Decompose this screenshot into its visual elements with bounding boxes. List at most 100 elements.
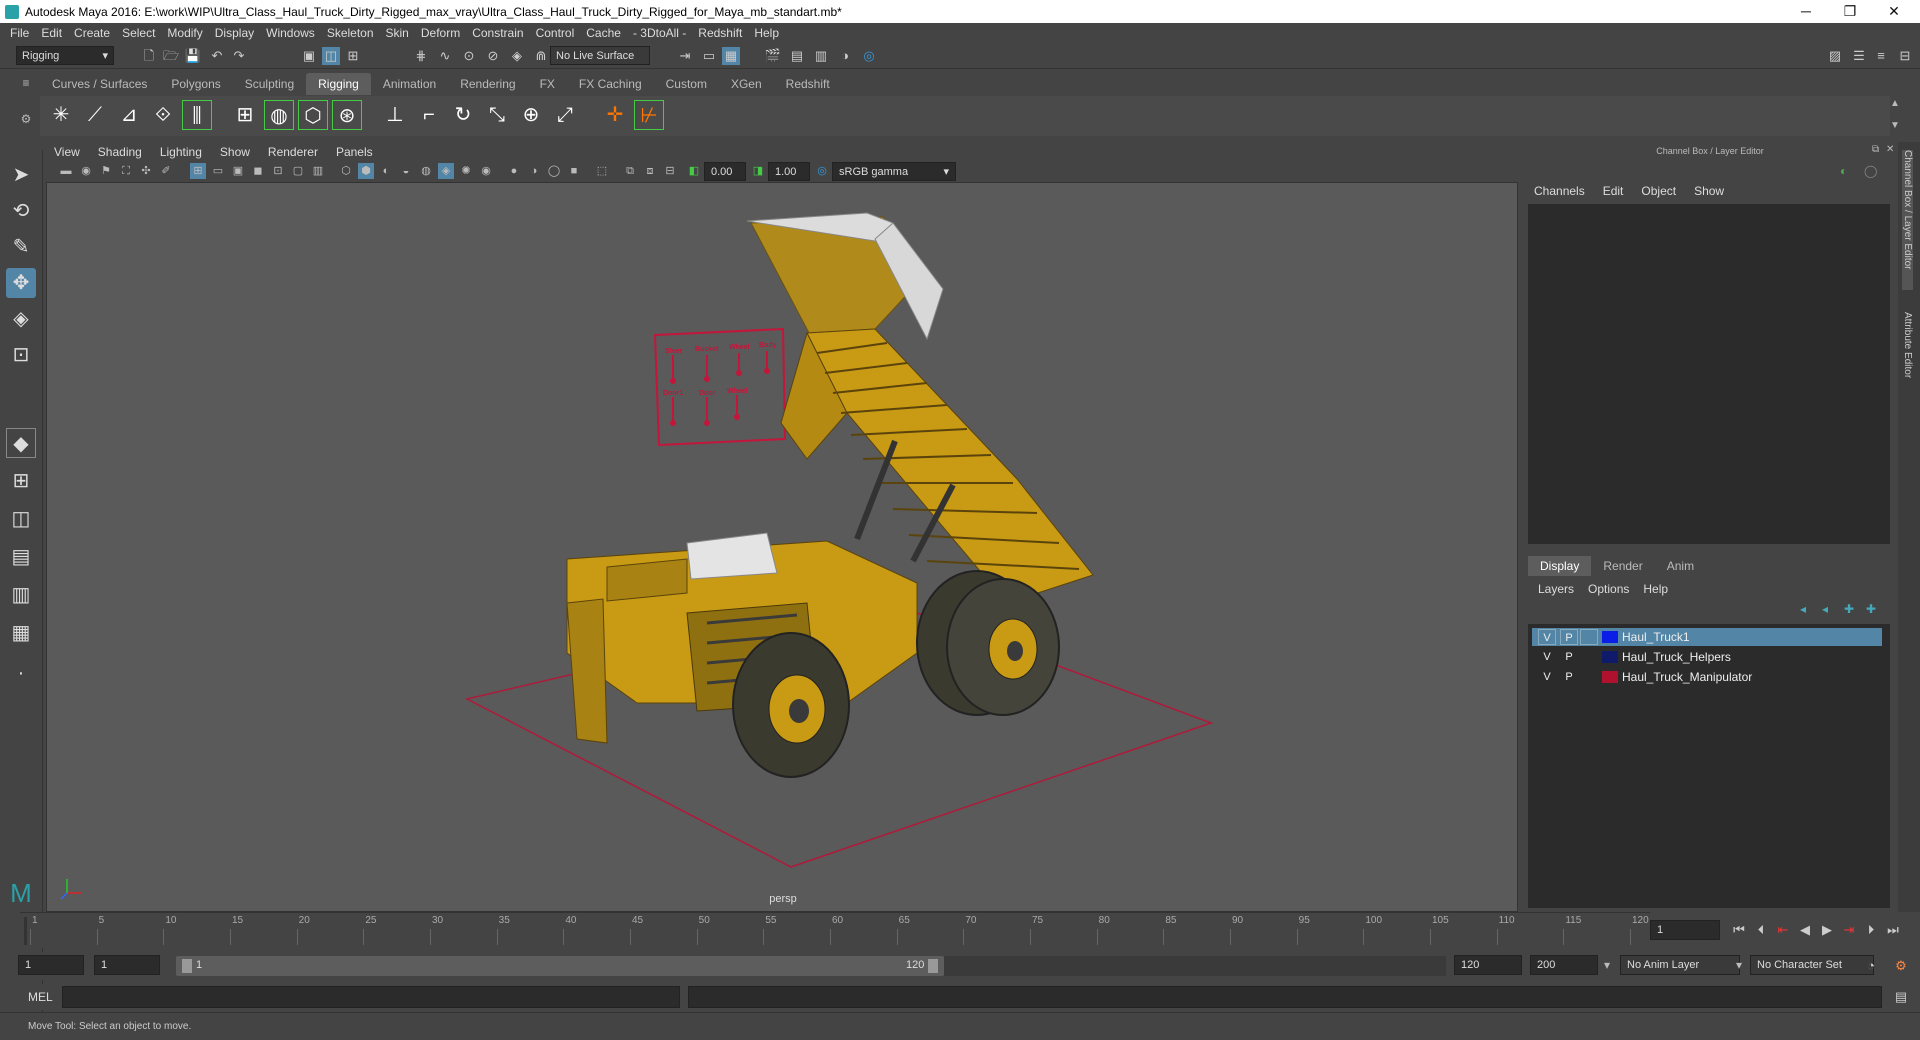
- menu-select[interactable]: Select: [122, 26, 155, 40]
- layer-color-swatch[interactable]: [1602, 651, 1618, 663]
- tab-polygons[interactable]: Polygons: [159, 73, 232, 95]
- cb-menu-object[interactable]: Object: [1641, 184, 1676, 198]
- image-plane-icon[interactable]: ⛶: [118, 163, 134, 179]
- color-management-icon[interactable]: ◎: [814, 163, 830, 179]
- layer-row[interactable]: V P Haul_Truck1: [1532, 628, 1882, 646]
- snap-surface-icon[interactable]: ◈: [508, 47, 526, 65]
- live-surface-field[interactable]: No Live Surface: [550, 46, 650, 65]
- panel-menu-show[interactable]: Show: [220, 145, 250, 159]
- cmd-language-label[interactable]: MEL: [28, 990, 53, 1004]
- layer-visibility-toggle[interactable]: V: [1538, 669, 1556, 685]
- xray-icon[interactable]: ■: [566, 163, 582, 179]
- shelf-settings-icon[interactable]: ⚙: [18, 112, 34, 128]
- step-back-frame-icon[interactable]: ⇤: [1774, 921, 1792, 939]
- field-chart-icon[interactable]: ⊡: [270, 163, 286, 179]
- attribute-editor-toggle-icon[interactable]: ⊟: [1896, 47, 1914, 65]
- play-forwards-icon[interactable]: ▶: [1818, 921, 1836, 939]
- exposure-field[interactable]: 0.00: [704, 162, 746, 181]
- panel-menu-renderer[interactable]: Renderer: [268, 145, 318, 159]
- menu-edit[interactable]: Edit: [41, 26, 62, 40]
- locator-icon[interactable]: ⟐: [148, 100, 178, 130]
- ambient-occlusion-icon[interactable]: ✺: [458, 163, 474, 179]
- panel-menu-lighting[interactable]: Lighting: [160, 145, 202, 159]
- anti-aliasing-icon[interactable]: ●: [506, 163, 522, 179]
- remove-influence-icon[interactable]: ⊬: [634, 100, 664, 130]
- constraint-orient-icon[interactable]: ↻: [448, 100, 478, 130]
- paint-weights-icon[interactable]: ◍: [264, 100, 294, 130]
- camera-select-icon[interactable]: ▬: [58, 163, 74, 179]
- layer-display-type[interactable]: [1580, 669, 1598, 685]
- layer-color-swatch[interactable]: [1602, 671, 1618, 683]
- layout-outliner-icon[interactable]: ▤: [6, 542, 36, 572]
- channel-box-key-icon[interactable]: ◐: [1840, 164, 1847, 178]
- render-view-icon[interactable]: ▭: [700, 47, 718, 65]
- panel-float-icon[interactable]: ⧉: [1872, 144, 1879, 155]
- lasso-tool-icon[interactable]: ⟲: [6, 196, 36, 226]
- constraint-scale-icon[interactable]: ⤡: [482, 100, 512, 130]
- menu-skeleton[interactable]: Skeleton: [327, 26, 374, 40]
- panel-menu-shading[interactable]: Shading: [98, 145, 142, 159]
- animation-start-field[interactable]: 1: [18, 955, 84, 975]
- tab-curves-surfaces[interactable]: Curves / Surfaces: [40, 73, 159, 95]
- menu-display[interactable]: Display: [215, 26, 254, 40]
- shelf-menu-icon[interactable]: ≡: [18, 76, 34, 92]
- layout-two-icon[interactable]: ◫: [6, 504, 36, 534]
- layer-display-type[interactable]: [1580, 649, 1598, 665]
- range-start-handle[interactable]: [182, 959, 192, 973]
- play-backwards-icon[interactable]: ◀: [1796, 921, 1814, 939]
- safe-action-icon[interactable]: ▢: [290, 163, 306, 179]
- safe-title-icon[interactable]: ▥: [310, 163, 326, 179]
- layer-row[interactable]: V P Haul_Truck_Helpers: [1532, 648, 1882, 666]
- side-tab-channel-box[interactable]: Channel Box / Layer Editor: [1902, 150, 1913, 290]
- input-output-icon[interactable]: ⇥: [676, 47, 694, 65]
- menu-windows[interactable]: Windows: [266, 26, 315, 40]
- menuset-dropdown[interactable]: Rigging ▾: [16, 46, 114, 65]
- move-layer-down-icon[interactable]: ◂: [1822, 602, 1828, 616]
- constraint-aim-icon[interactable]: ⌐: [414, 100, 444, 130]
- smooth-shade-icon[interactable]: ⬢: [358, 163, 374, 179]
- tab-display[interactable]: Display: [1528, 556, 1592, 576]
- menu-help[interactable]: Help: [754, 26, 779, 40]
- range-slider[interactable]: 1 120: [176, 956, 944, 976]
- layer-color-swatch[interactable]: [1602, 631, 1618, 643]
- cb-menu-show[interactable]: Show: [1694, 184, 1724, 198]
- modeling-toolkit-icon[interactable]: ≡: [1872, 47, 1890, 65]
- animation-prefs-icon[interactable]: ⚙: [1892, 957, 1910, 975]
- snap-view-icon[interactable]: ⊘: [484, 47, 502, 65]
- anim-layer-dropdown[interactable]: No Anim Layer: [1620, 955, 1740, 975]
- resolution-gate-icon[interactable]: ▣: [230, 163, 246, 179]
- rotate-tool-icon[interactable]: ◈: [6, 304, 36, 334]
- le-menu-layers[interactable]: Layers: [1538, 582, 1574, 596]
- bind-skin-icon[interactable]: ⊞: [230, 100, 260, 130]
- layout-single-icon[interactable]: ◆: [6, 428, 36, 458]
- camera-attributes-icon[interactable]: ◉: [78, 163, 94, 179]
- cluster-icon[interactable]: ⊛: [332, 100, 362, 130]
- new-layer-selected-icon[interactable]: ✚: [1866, 602, 1876, 616]
- go-to-end-icon[interactable]: ⏭: [1884, 921, 1902, 939]
- backface-icon[interactable]: ⧈: [642, 163, 658, 179]
- depth-of-field-icon[interactable]: ◑: [526, 163, 542, 179]
- isolate-select-icon[interactable]: ◯: [546, 163, 562, 179]
- script-editor-icon[interactable]: ▤: [1892, 988, 1910, 1006]
- menu-control[interactable]: Control: [536, 26, 575, 40]
- tab-fx[interactable]: FX: [528, 73, 567, 95]
- command-input[interactable]: [62, 986, 680, 1008]
- chevron-down-icon[interactable]: ▾: [1604, 958, 1610, 972]
- motion-blur-icon[interactable]: ◉: [478, 163, 494, 179]
- xray-active-icon[interactable]: ⧉: [622, 163, 638, 179]
- shelf-scroll-down-icon[interactable]: ▼: [1890, 120, 1900, 131]
- menu-modify[interactable]: Modify: [167, 26, 202, 40]
- menu-deform[interactable]: Deform: [421, 26, 460, 40]
- constraint-pole-icon[interactable]: ⤢: [550, 100, 580, 130]
- wireframe-icon[interactable]: ⬡: [338, 163, 354, 179]
- grid-icon[interactable]: ⊞: [190, 163, 206, 179]
- minimize-button[interactable]: ─: [1784, 0, 1828, 23]
- le-menu-help[interactable]: Help: [1643, 582, 1668, 596]
- color-space-dropdown[interactable]: sRGB gamma ▾: [832, 162, 956, 181]
- layer-row[interactable]: V P Haul_Truck_Manipulator: [1532, 668, 1882, 686]
- use-all-lights-icon[interactable]: ◍: [418, 163, 434, 179]
- menu-cache[interactable]: Cache: [586, 26, 621, 40]
- layer-playback-toggle[interactable]: P: [1560, 669, 1578, 685]
- animation-end-field[interactable]: 200: [1530, 955, 1598, 975]
- layout-custom-icon[interactable]: ·: [6, 658, 36, 688]
